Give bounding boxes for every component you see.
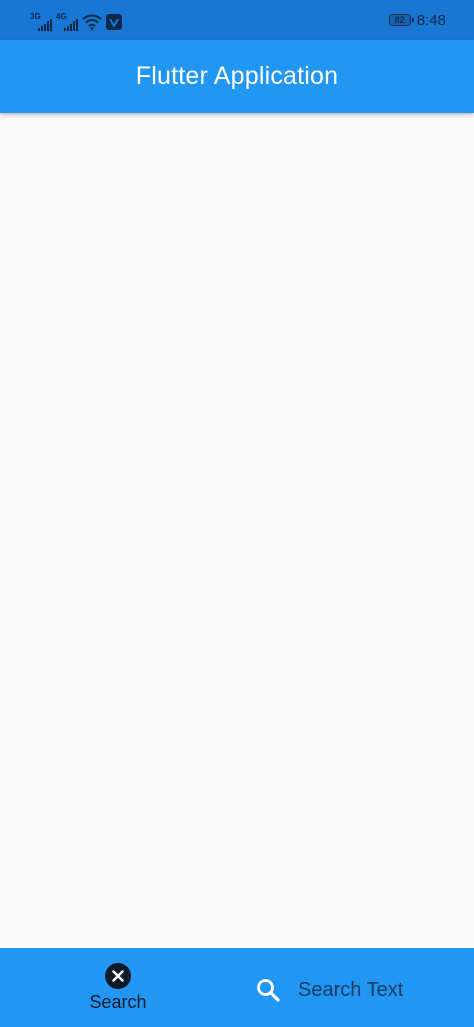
battery-level: 82: [394, 15, 405, 25]
app-bar: Flutter Application: [0, 40, 474, 113]
status-icons-right: 82 8:48: [388, 10, 446, 30]
wifi-icon: [82, 14, 102, 30]
vpn-badge-icon: [106, 14, 122, 30]
status-icons-left: 3G 4G: [30, 9, 122, 31]
status-time: 8:48: [416, 11, 446, 29]
close-icon: [105, 963, 131, 989]
search-field: [250, 968, 450, 1012]
search-input[interactable]: [298, 975, 438, 1005]
signal-4g-icon: 4G: [56, 13, 78, 31]
page-title: Flutter Application: [135, 62, 339, 90]
status-bar: 3G 4G 82 8:48: [0, 0, 474, 40]
search-icon[interactable]: [250, 972, 286, 1008]
signal-3g-icon: 3G: [30, 13, 52, 31]
search-nav-label: Search: [89, 992, 147, 1012]
main-content: [0, 113, 474, 948]
battery-icon: 82: [388, 14, 414, 26]
bottom-bar: Search: [0, 948, 474, 1027]
search-nav-button[interactable]: Search: [78, 963, 158, 1015]
